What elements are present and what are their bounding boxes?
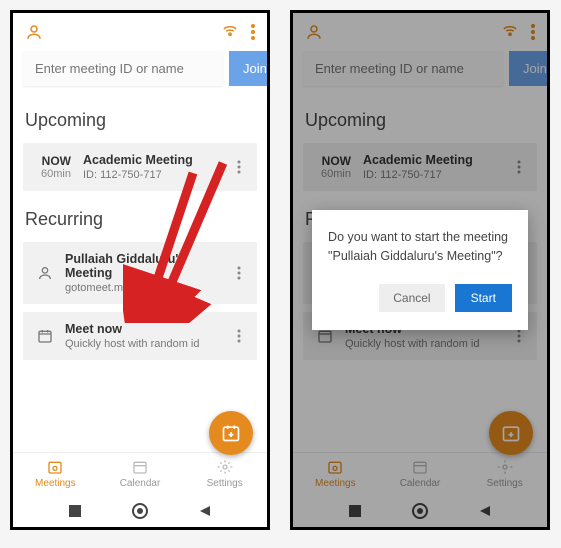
gear-icon xyxy=(216,459,234,475)
meeting-id: ID: 112-750-717 xyxy=(83,169,223,181)
recurring-title: Pullaiah Giddaluru's Meeting xyxy=(65,252,223,280)
profile-icon[interactable] xyxy=(25,23,43,41)
card-more-icon[interactable] xyxy=(229,160,249,174)
meetings-icon xyxy=(46,459,64,475)
screenshot-right: Join Upcoming NOW60min Academic MeetingI… xyxy=(290,10,550,530)
tab-label: Meetings xyxy=(13,478,98,489)
join-button[interactable]: Join xyxy=(229,51,270,86)
recent-apps-icon[interactable] xyxy=(68,504,82,518)
modal-overlay[interactable]: Do you want to start the meeting "Pullai… xyxy=(293,13,547,527)
back-icon[interactable] xyxy=(198,504,212,518)
recurring-heading: Recurring xyxy=(13,195,267,238)
meeting-id-input[interactable] xyxy=(23,51,223,86)
calendar-tab-icon xyxy=(131,459,149,475)
meeting-title: Academic Meeting xyxy=(83,153,223,167)
dialog-line1: Do you want to start the meeting xyxy=(328,228,512,247)
meet-now-card[interactable]: Meet now Quickly host with random id xyxy=(23,312,257,360)
duration-label: 60min xyxy=(31,168,71,180)
calendar-icon xyxy=(37,328,53,344)
recurring-meeting-card[interactable]: Pullaiah Giddaluru's Meeting gotomeet.me… xyxy=(23,242,257,304)
cast-icon[interactable] xyxy=(221,23,239,41)
home-icon[interactable] xyxy=(132,503,148,519)
dialog-line2: "Pullaiah Giddaluru's Meeting"? xyxy=(328,247,512,266)
tab-calendar[interactable]: Calendar xyxy=(98,453,183,495)
recurring-sub: gotomeet.me/PGiddaluru xyxy=(65,282,223,294)
tab-label: Settings xyxy=(182,478,267,489)
upcoming-meeting-card[interactable]: NOW 60min Academic Meeting ID: 112-750-7… xyxy=(23,143,257,191)
now-label: NOW xyxy=(31,154,71,168)
card-more-icon[interactable] xyxy=(229,329,249,343)
card-more-icon[interactable] xyxy=(229,266,249,280)
screenshot-left: Join Upcoming NOW 60min Academic Meeting… xyxy=(10,10,270,530)
topbar xyxy=(13,13,267,51)
upcoming-heading: Upcoming xyxy=(13,96,267,139)
android-nav xyxy=(13,495,267,527)
start-meeting-dialog: Do you want to start the meeting "Pullai… xyxy=(312,210,528,330)
meet-now-title: Meet now xyxy=(65,322,223,336)
cancel-button[interactable]: Cancel xyxy=(379,284,444,312)
bottom-tabs: Meetings Calendar Settings xyxy=(13,452,267,495)
tab-settings[interactable]: Settings xyxy=(182,453,267,495)
person-icon xyxy=(37,265,53,281)
more-vert-icon[interactable] xyxy=(251,24,255,40)
start-button[interactable]: Start xyxy=(455,284,512,312)
tab-label: Calendar xyxy=(98,478,183,489)
new-meeting-fab[interactable] xyxy=(209,411,253,455)
meet-now-sub: Quickly host with random id xyxy=(65,338,223,350)
tab-meetings[interactable]: Meetings xyxy=(13,453,98,495)
join-row: Join xyxy=(13,51,267,96)
